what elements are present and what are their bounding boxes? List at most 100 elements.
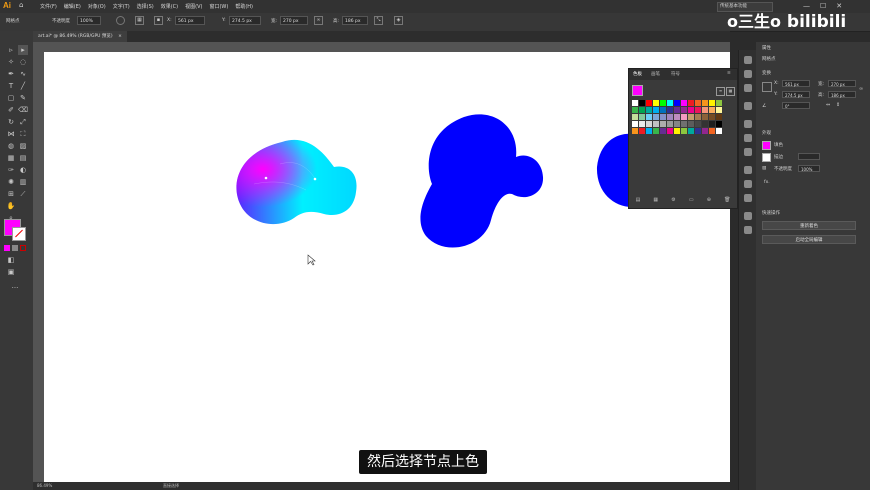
swatch-cell[interactable] <box>702 128 708 134</box>
menu-window[interactable]: 窗口(W) <box>209 3 228 10</box>
gradient-tool-icon[interactable]: ▤ <box>18 153 28 163</box>
swatch-cell[interactable] <box>688 114 694 120</box>
swatch-cell[interactable] <box>667 114 673 120</box>
grid-view-icon[interactable]: ▦ <box>726 87 735 96</box>
pen-tool-icon[interactable]: ✒ <box>6 69 16 79</box>
x-input[interactable]: 561 px <box>782 80 810 87</box>
swatch-cell[interactable] <box>681 100 687 106</box>
swatch-cell[interactable] <box>681 121 687 127</box>
curvature-icon[interactable]: ∿ <box>18 69 28 79</box>
stroke-panel-icon[interactable] <box>744 166 752 174</box>
swatch-cell[interactable] <box>716 128 722 134</box>
swatch-cell[interactable] <box>702 107 708 113</box>
width-tool-icon[interactable]: ⋈ <box>6 129 16 139</box>
stroke-color-swatch[interactable] <box>12 227 26 241</box>
x-field[interactable]: 561 px <box>175 16 205 25</box>
artboard-tool-icon[interactable]: ⊞ <box>6 189 16 199</box>
scale-tool-icon[interactable]: ⤢ <box>18 117 28 127</box>
effects-button[interactable]: fx. <box>764 180 770 185</box>
swatch-cell[interactable] <box>688 100 694 106</box>
swatch-cell[interactable] <box>632 121 638 127</box>
slice-tool-icon[interactable]: ⟋ <box>18 189 28 199</box>
draw-mode-icon[interactable]: ◧ <box>6 255 16 265</box>
swatch-cell[interactable] <box>716 121 722 127</box>
brush-tool-icon[interactable]: ✎ <box>18 93 28 103</box>
swatch-cell[interactable] <box>646 121 652 127</box>
y-field[interactable]: 274.5 px <box>229 16 261 25</box>
fill-swatch[interactable] <box>762 141 771 150</box>
swatch-cell[interactable] <box>709 107 715 113</box>
swatch-cell[interactable] <box>632 114 638 120</box>
swatch-cell[interactable] <box>639 100 645 106</box>
swatch-options-icon[interactable]: ⚙ <box>671 197 675 203</box>
libraries-panel-icon[interactable] <box>744 84 752 92</box>
panel-menu-icon[interactable]: ≡ <box>727 71 731 76</box>
swatch-cell[interactable] <box>646 107 652 113</box>
perspective-grid-icon[interactable]: ▨ <box>18 141 28 151</box>
delete-swatch-icon[interactable]: 🗑 <box>724 197 730 203</box>
menu-type[interactable]: 文字(T) <box>113 3 130 10</box>
swatch-cell[interactable] <box>660 114 666 120</box>
link-proportions-icon[interactable]: ∞ <box>859 86 863 92</box>
rectangle-tool-icon[interactable]: ▢ <box>6 93 16 103</box>
color-group-icon[interactable]: ▭ <box>689 197 694 203</box>
swatch-cell[interactable] <box>674 114 680 120</box>
swatch-cell[interactable] <box>681 114 687 120</box>
mesh-tool-icon[interactable]: ▦ <box>6 153 16 163</box>
menu-view[interactable]: 视图(V) <box>185 3 202 10</box>
align-icon[interactable]: ▦ <box>135 16 144 25</box>
swatch-cell[interactable] <box>674 128 680 134</box>
swatch-cell[interactable] <box>716 100 722 106</box>
swatch-cell[interactable] <box>695 121 701 127</box>
angle-input[interactable]: 0° <box>782 102 810 109</box>
symbols-panel-icon[interactable] <box>744 148 752 156</box>
swatch-cell[interactable] <box>695 128 701 134</box>
swatch-cell[interactable] <box>709 121 715 127</box>
isolate-icon[interactable]: ◈ <box>394 16 403 25</box>
selection-tool-icon[interactable]: ▹ <box>6 45 16 55</box>
swatch-cell[interactable] <box>632 128 638 134</box>
document-tab[interactable]: art.ai* @ 86.49% (RGB/GPU 预览) × <box>33 31 127 42</box>
swatch-cell[interactable] <box>632 100 638 106</box>
type-tool-icon[interactable]: T <box>6 81 16 91</box>
shaper-tool-icon[interactable]: ✐ <box>6 105 16 115</box>
swatch-cell[interactable] <box>667 100 673 106</box>
graph-tool-icon[interactable]: ▥ <box>18 177 28 187</box>
zoom-level[interactable]: 86.49% <box>37 483 52 488</box>
height-input[interactable]: 186 px <box>828 91 856 98</box>
tab-swatches[interactable]: 色板 <box>633 71 642 77</box>
hand-tool-icon[interactable]: ✋ <box>6 201 16 211</box>
new-swatch-icon[interactable]: ⊕ <box>707 197 711 203</box>
swatch-cell[interactable] <box>674 100 680 106</box>
reference-point-icon[interactable] <box>762 82 772 92</box>
swatch-cell[interactable] <box>709 128 715 134</box>
screen-mode-icon[interactable]: ▣ <box>6 267 16 277</box>
swatch-cell[interactable] <box>695 114 701 120</box>
swatch-cell[interactable] <box>681 107 687 113</box>
properties-panel-icon[interactable] <box>744 56 752 64</box>
y-input[interactable]: 274.5 px <box>782 91 810 98</box>
constrain-proportions-icon[interactable]: ∞ <box>314 16 323 25</box>
magic-wand-icon[interactable]: ✧ <box>6 57 16 67</box>
more-tools-icon[interactable]: ··· <box>10 283 20 293</box>
recolor-button[interactable]: 重新着色 <box>762 221 856 230</box>
swatch-cell[interactable] <box>639 114 645 120</box>
width-field[interactable]: 270 px <box>280 16 308 25</box>
show-kinds-icon[interactable]: ▦ <box>653 197 658 203</box>
gradient-mode-icon[interactable] <box>12 245 18 251</box>
menu-select[interactable]: 选择(S) <box>137 3 154 10</box>
reference-point-icon[interactable]: ▪ <box>154 16 163 25</box>
swatch-cell[interactable] <box>716 107 722 113</box>
swatch-cell[interactable] <box>667 121 673 127</box>
blue-blob-middle[interactable] <box>420 114 544 248</box>
lasso-icon[interactable]: ◌ <box>18 57 28 67</box>
recolor-icon[interactable] <box>116 16 125 25</box>
swatch-cell[interactable] <box>660 107 666 113</box>
library-icon[interactable]: ▤ <box>636 197 641 203</box>
swatch-cell[interactable] <box>674 121 680 127</box>
global-edit-button[interactable]: 启动全局编辑 <box>762 235 856 244</box>
swatch-cell[interactable] <box>667 107 673 113</box>
swatch-cell[interactable] <box>653 114 659 120</box>
swatch-cell[interactable] <box>702 114 708 120</box>
swatch-cell[interactable] <box>660 128 666 134</box>
